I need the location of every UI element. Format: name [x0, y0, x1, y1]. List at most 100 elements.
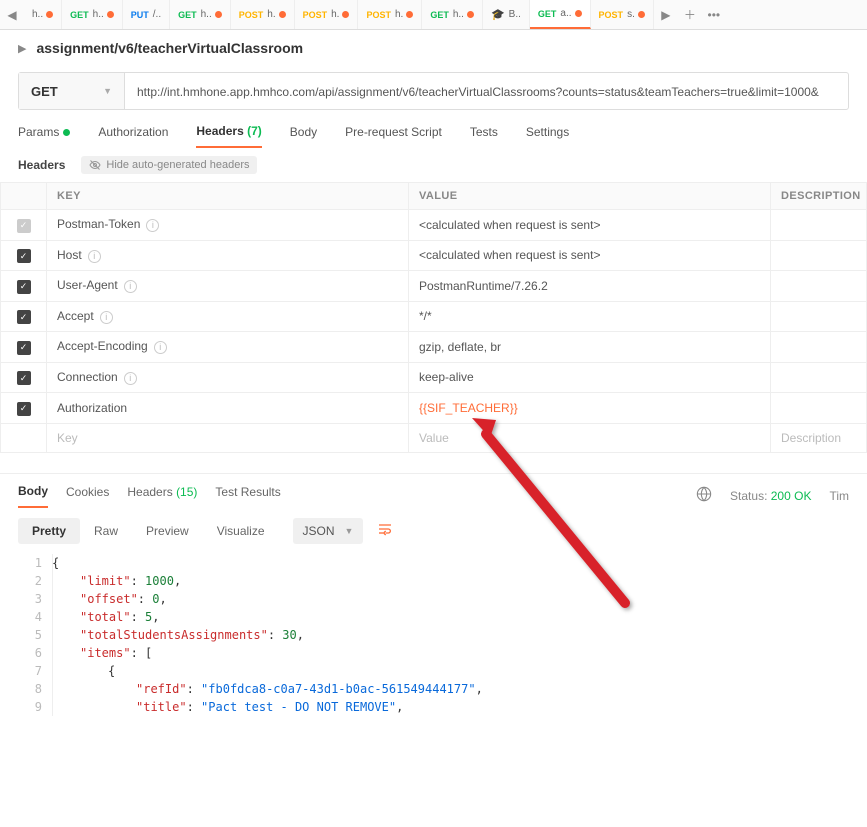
tab-label: s.: [627, 9, 635, 20]
header-desc[interactable]: [771, 362, 867, 393]
header-checkbox[interactable]: ✓: [17, 249, 31, 263]
header-key[interactable]: Authorization: [47, 393, 409, 424]
key-input[interactable]: Key: [47, 423, 409, 452]
header-value[interactable]: <calculated when request is sent>: [409, 210, 771, 241]
header-value[interactable]: keep-alive: [409, 362, 771, 393]
top-tab[interactable]: POST h.: [358, 0, 422, 29]
hide-autogen-button[interactable]: Hide auto-generated headers: [81, 156, 257, 174]
header-value[interactable]: <calculated when request is sent>: [409, 240, 771, 271]
section-tabs: Params Authorization Headers (7) Body Pr…: [0, 110, 867, 148]
tab-label: h..: [32, 9, 43, 20]
header-desc[interactable]: [771, 332, 867, 363]
network-icon[interactable]: [696, 486, 712, 505]
header-checkbox[interactable]: ✓: [17, 402, 31, 416]
header-checkbox[interactable]: ✓: [17, 280, 31, 294]
tab-label: h..: [93, 9, 104, 20]
header-row: ✓ User-AgentiPostmanRuntime/7.26.2: [1, 271, 867, 302]
header-checkbox[interactable]: ✓: [17, 219, 31, 233]
line-wrap-button[interactable]: [377, 521, 393, 540]
tab-headers[interactable]: Headers (7): [196, 124, 261, 148]
value-input[interactable]: Value: [409, 423, 771, 452]
body-view-raw[interactable]: Raw: [80, 518, 132, 544]
tab-label: h..: [453, 9, 464, 20]
response-tab-cookies[interactable]: Cookies: [66, 485, 109, 507]
header-row-new: Key Value Description: [1, 423, 867, 452]
header-value[interactable]: PostmanRuntime/7.26.2: [409, 271, 771, 302]
top-tab[interactable]: PUT /..: [123, 0, 170, 29]
top-tab[interactable]: GET a..: [530, 0, 591, 29]
collapse-caret-icon[interactable]: ▶: [18, 42, 26, 55]
url-input[interactable]: http://int.hmhone.app.hmhco.com/api/assi…: [125, 73, 848, 109]
method-badge: GET: [70, 10, 89, 20]
checkbox-placeholder: [1, 423, 47, 452]
top-tab[interactable]: GET h..: [170, 0, 231, 29]
body-view-visualize[interactable]: Visualize: [203, 518, 279, 544]
tab-prerequest[interactable]: Pre-request Script: [345, 125, 442, 147]
header-value[interactable]: gzip, deflate, br: [409, 332, 771, 363]
tab-settings[interactable]: Settings: [526, 125, 569, 147]
tab-prev-icon[interactable]: ◀: [0, 8, 24, 22]
unsaved-dot-icon: [279, 11, 286, 18]
header-key[interactable]: Accept-Encodingi: [47, 332, 409, 363]
col-value: VALUE: [409, 183, 771, 210]
time-label: Tim: [829, 489, 849, 503]
tab-body[interactable]: Body: [290, 125, 317, 147]
header-desc[interactable]: [771, 301, 867, 332]
desc-input[interactable]: Description: [771, 423, 867, 452]
request-title: assignment/v6/teacherVirtualClassroom: [36, 40, 303, 56]
top-tab[interactable]: POST s.: [591, 0, 654, 29]
header-desc[interactable]: [771, 271, 867, 302]
response-body[interactable]: 1{ 2"limit": 1000, 3"offset": 0, 4"total…: [0, 554, 867, 716]
tab-authorization[interactable]: Authorization: [98, 125, 168, 147]
unsaved-dot-icon: [638, 11, 645, 18]
top-tab[interactable]: GET h..: [422, 0, 483, 29]
info-icon[interactable]: i: [154, 341, 167, 354]
body-view-pretty[interactable]: Pretty: [18, 518, 80, 544]
tab-params[interactable]: Params: [18, 125, 70, 147]
top-tab[interactable]: POST h.: [295, 0, 359, 29]
tab-label: h.: [267, 9, 275, 20]
runner-icon[interactable]: ▶: [654, 8, 678, 22]
body-view-preview[interactable]: Preview: [132, 518, 203, 544]
method-select[interactable]: GET ▼: [19, 73, 125, 109]
header-key[interactable]: Hosti: [47, 240, 409, 271]
response-tab-body[interactable]: Body: [18, 484, 48, 508]
tab-label: a..: [560, 8, 571, 19]
tab-tests[interactable]: Tests: [470, 125, 498, 147]
method-badge: POST: [239, 10, 264, 20]
info-icon[interactable]: i: [146, 219, 159, 232]
response-tab-headers[interactable]: Headers (15): [127, 485, 197, 507]
top-tab[interactable]: GET h..: [62, 0, 123, 29]
top-tab[interactable]: POST h.: [231, 0, 295, 29]
header-value[interactable]: */*: [409, 301, 771, 332]
chevron-down-icon: ▼: [345, 526, 354, 536]
method-value: GET: [31, 84, 58, 99]
headers-count: (7): [247, 124, 262, 138]
top-tab-bar: ◀ h.. GET h.. PUT /.. GET h.. POST h. PO…: [0, 0, 867, 30]
header-value[interactable]: {{SIF_TEACHER}}: [409, 393, 771, 424]
header-desc[interactable]: [771, 210, 867, 241]
top-tab[interactable]: h..: [24, 0, 62, 29]
headers-label: Headers: [18, 158, 65, 172]
header-checkbox[interactable]: ✓: [17, 310, 31, 324]
header-key[interactable]: Postman-Tokeni: [47, 210, 409, 241]
headers-table: KEY VALUE DESCRIPTION ✓Postman-Tokeni<ca…: [0, 182, 867, 453]
response-tabs: Body Cookies Headers (15) Test Results S…: [0, 473, 867, 508]
header-key[interactable]: User-Agenti: [47, 271, 409, 302]
response-tab-tests[interactable]: Test Results: [215, 485, 280, 507]
info-icon[interactable]: i: [124, 372, 137, 385]
header-key[interactable]: Accepti: [47, 301, 409, 332]
info-icon[interactable]: i: [88, 250, 101, 263]
header-checkbox[interactable]: ✓: [17, 371, 31, 385]
header-key[interactable]: Connectioni: [47, 362, 409, 393]
body-format-select[interactable]: JSON ▼: [293, 518, 364, 544]
more-icon[interactable]: •••: [702, 8, 726, 22]
header-desc[interactable]: [771, 240, 867, 271]
method-badge: PUT: [131, 10, 149, 20]
top-tab[interactable]: 🎓 B..: [483, 0, 530, 29]
new-tab-icon[interactable]: ＋: [678, 6, 702, 23]
info-icon[interactable]: i: [124, 280, 137, 293]
header-desc[interactable]: [771, 393, 867, 424]
header-checkbox[interactable]: ✓: [17, 341, 31, 355]
info-icon[interactable]: i: [100, 311, 113, 324]
